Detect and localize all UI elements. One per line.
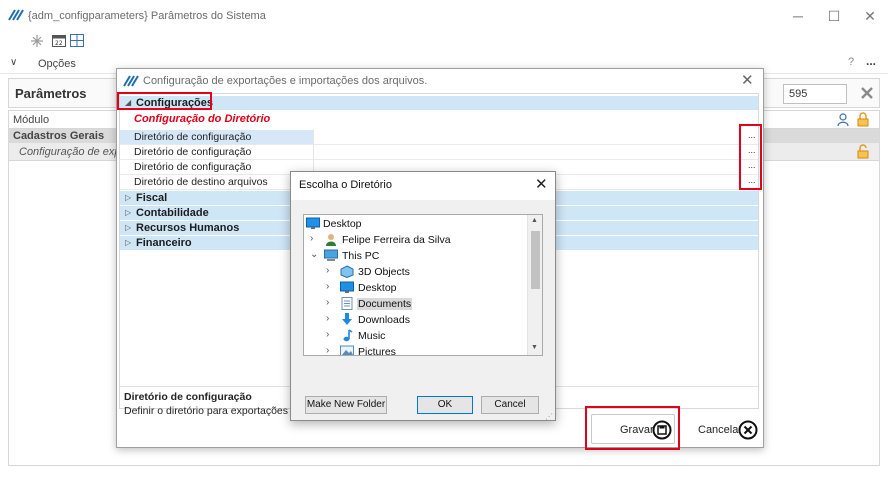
highlight-box-save (585, 406, 680, 450)
ok-button[interactable]: OK (417, 396, 473, 414)
scroll-up-icon[interactable]: ▲ (531, 217, 538, 224)
music-icon (340, 329, 354, 342)
property-name: Diretório de configuração (120, 160, 314, 174)
user-icon (324, 233, 338, 246)
property-name: Diretório de configuração (120, 130, 314, 144)
tree-node-label: Desktop (358, 282, 397, 294)
expand-arrow-icon[interactable]: ▷ (125, 238, 131, 247)
tree-node-label: Documents (357, 298, 413, 310)
desktop-icon (306, 217, 320, 230)
folder-picker-dialog: Escolha o Diretório ✕ Desktop › Felipe F… (290, 171, 556, 421)
property-row[interactable]: Diretório de configuração ... (120, 145, 758, 160)
main-titlebar: {adm_configparameters} Parâmetros do Sis… (0, 0, 888, 30)
property-name: Diretório de destino arquivos (120, 175, 314, 189)
resize-grip-icon[interactable]: ⋰ (545, 412, 553, 421)
tree-node-label: Desktop (323, 218, 362, 230)
tree-node-label: 3D Objects (358, 266, 410, 278)
unlock-icon[interactable] (857, 144, 869, 159)
pictures-icon (340, 345, 354, 355)
svg-text:22: 22 (55, 40, 63, 47)
chevron-right-icon[interactable]: › (326, 281, 336, 292)
tree-node-label: Downloads (358, 314, 410, 326)
page-title: Parâmetros (15, 86, 87, 101)
category-label: Contabilidade (136, 207, 209, 219)
scroll-down-icon[interactable]: ▼ (531, 344, 538, 351)
row-label: Configuração de expo (19, 146, 127, 158)
highlight-box-configuracoes (117, 92, 212, 110)
highlight-box-ellipsis (739, 124, 762, 190)
clear-search-icon[interactable] (861, 87, 873, 99)
dialog-close-icon[interactable]: ✕ (741, 71, 754, 89)
folder-dialog-title: Escolha o Diretório (299, 179, 392, 191)
maximize-icon[interactable]: ☐ (824, 7, 844, 25)
subsection-label: Configuração do Diretório (134, 113, 271, 125)
chevron-right-icon[interactable]: › (326, 265, 336, 276)
description-title: Diretório de configuração (124, 391, 252, 403)
subsection-header: Configuração do Diretório (120, 111, 758, 127)
user-filter-icon[interactable] (837, 113, 851, 127)
column-header-modulo[interactable]: Módulo (13, 114, 49, 126)
group-label: Cadastros Gerais (13, 130, 105, 142)
minimize-icon[interactable]: ─ (788, 7, 808, 25)
folder-cancel-button[interactable]: Cancel (481, 396, 539, 414)
tree-node-label: This PC (342, 250, 380, 262)
grid-view-icon[interactable] (70, 34, 84, 47)
property-row[interactable]: Diretório de configuração ... (120, 130, 758, 145)
dialog-title: Configuração de exportações e importaçõe… (143, 75, 428, 87)
expand-arrow-icon[interactable]: ▷ (125, 193, 131, 202)
folder-tree[interactable]: Desktop › Felipe Ferreira da Silva ⌄ Thi… (303, 214, 543, 356)
tree-node-label: Pictures (358, 346, 396, 356)
documents-icon (340, 297, 354, 310)
property-name: Diretório de configuração (120, 145, 314, 159)
chevron-right-icon[interactable]: › (326, 313, 336, 324)
cube-icon (340, 265, 354, 278)
window-close-icon[interactable]: ✕ (860, 7, 880, 25)
chevron-right-icon[interactable]: › (326, 297, 336, 308)
desktop-icon (340, 281, 354, 294)
chevron-down-icon[interactable]: ∨ (10, 57, 17, 68)
folder-dialog-close-icon[interactable]: ✕ (535, 175, 548, 193)
more-options-icon[interactable]: ... (866, 54, 876, 68)
cancel-button[interactable]: Cancelar (687, 414, 759, 444)
chevron-right-icon[interactable]: › (326, 329, 336, 340)
tree-node-label: Felipe Ferreira da Silva (342, 234, 451, 246)
tree-scrollbar[interactable]: ▲ ▼ (527, 215, 542, 355)
search-input[interactable]: 595 (783, 84, 847, 104)
computer-icon (324, 249, 338, 262)
window-title: {adm_configparameters} Parâmetros do Sis… (28, 10, 266, 22)
category-label: Financeiro (136, 237, 192, 249)
chevron-right-icon[interactable]: › (326, 345, 336, 355)
expand-arrow-icon[interactable]: ▷ (125, 223, 131, 232)
calendar-icon[interactable]: 22 (52, 34, 66, 47)
category-label: Fiscal (136, 192, 168, 204)
scrollbar-thumb[interactable] (531, 231, 540, 289)
lock-icon[interactable] (857, 112, 869, 127)
options-menu[interactable]: Opções (38, 58, 76, 70)
tree-node-label: Music (358, 330, 386, 342)
expand-arrow-icon[interactable]: ▷ (125, 208, 131, 217)
app-logo-icon (8, 8, 24, 22)
cancel-button-label: Cancelar (698, 424, 743, 436)
download-icon (340, 313, 354, 326)
cancel-x-icon (738, 420, 758, 440)
make-new-folder-button[interactable]: Make New Folder (305, 396, 387, 414)
chevron-down-icon[interactable]: ⌄ (310, 249, 320, 260)
toolbar: 22 (0, 30, 888, 52)
category-configuracoes[interactable]: ◢ Configurações (120, 96, 758, 110)
category-label: Recursos Humanos (136, 222, 240, 234)
help-icon[interactable]: ? (848, 56, 854, 68)
chevron-right-icon[interactable]: › (310, 233, 320, 244)
description-text: Definir o diretório para exportações e (124, 405, 297, 417)
app-logo-icon (123, 74, 139, 88)
sparkle-icon[interactable] (30, 35, 44, 47)
